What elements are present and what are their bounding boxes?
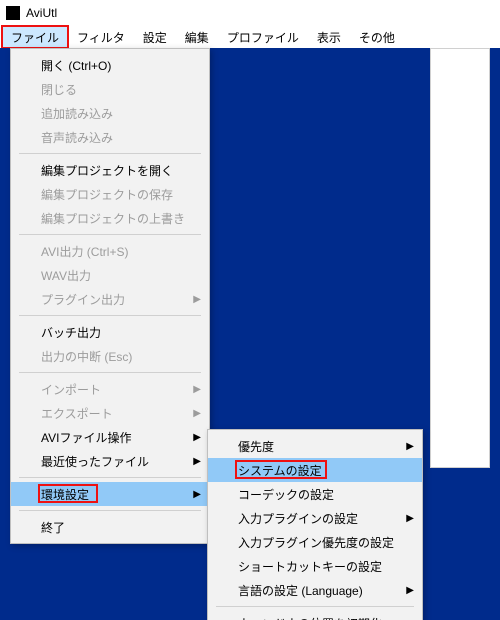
menuitem-export[interactable]: エクスポート▶ <box>11 401 209 425</box>
menu-filter[interactable]: フィルタ <box>68 26 134 48</box>
menu-view[interactable]: 表示 <box>308 26 350 48</box>
submenu-shortcut-settings[interactable]: ショートカットキーの設定 <box>208 554 422 578</box>
env-submenu: 優先度▶ システムの設定 コーデックの設定 入力プラグインの設定▶ 入力プラグイ… <box>207 429 423 620</box>
separator <box>19 315 201 316</box>
chevron-right-icon: ▶ <box>406 585 414 596</box>
chevron-right-icon: ▶ <box>193 384 201 395</box>
chevron-right-icon: ▶ <box>193 489 201 500</box>
menuitem-batch-output[interactable]: バッチ出力 <box>11 320 209 344</box>
app-window: AviUtl ファイル フィルタ 設定 編集 プロファイル 表示 その他 開く … <box>0 0 500 620</box>
separator <box>19 153 201 154</box>
menuitem-exit[interactable]: 終了 <box>11 515 209 539</box>
chevron-right-icon: ▶ <box>193 432 201 443</box>
menuitem-audio-load[interactable]: 音声読み込み <box>11 125 209 149</box>
menuitem-save-project[interactable]: 編集プロジェクトの保存 <box>11 182 209 206</box>
chevron-right-icon: ▶ <box>193 294 201 305</box>
separator <box>19 372 201 373</box>
submenu-priority[interactable]: 優先度▶ <box>208 434 422 458</box>
chevron-right-icon: ▶ <box>193 456 201 467</box>
separator <box>19 477 201 478</box>
titlebar: AviUtl <box>0 0 500 26</box>
menuitem-import[interactable]: インポート▶ <box>11 377 209 401</box>
menu-profile[interactable]: プロファイル <box>218 26 308 48</box>
menuitem-env-settings[interactable]: 環境設定 ▶ <box>11 482 209 506</box>
menuitem-wav-output[interactable]: WAV出力 <box>11 263 209 287</box>
separator <box>19 234 201 235</box>
menuitem-abort-output[interactable]: 出力の中断 (Esc) <box>11 344 209 368</box>
menu-settings[interactable]: 設定 <box>134 26 176 48</box>
menubar: ファイル フィルタ 設定 編集 プロファイル 表示 その他 <box>0 26 500 48</box>
chevron-right-icon: ▶ <box>406 441 414 452</box>
submenu-language-settings[interactable]: 言語の設定 (Language)▶ <box>208 578 422 602</box>
menu-file[interactable]: ファイル <box>2 26 68 48</box>
menuitem-plugin-output[interactable]: プラグイン出力▶ <box>11 287 209 311</box>
separator <box>19 510 201 511</box>
menuitem-open[interactable]: 開く (Ctrl+O) <box>11 53 209 77</box>
menuitem-close[interactable]: 閉じる <box>11 77 209 101</box>
chevron-right-icon: ▶ <box>193 408 201 419</box>
menuitem-overwrite-project[interactable]: 編集プロジェクトの上書き <box>11 206 209 230</box>
menuitem-open-project[interactable]: 編集プロジェクトを開く <box>11 158 209 182</box>
menuitem-avi-file-ops[interactable]: AVIファイル操作▶ <box>11 425 209 449</box>
content-panel <box>430 48 490 468</box>
submenu-system-settings[interactable]: システムの設定 <box>208 458 422 482</box>
app-icon <box>6 6 20 20</box>
submenu-input-plugin-priority[interactable]: 入力プラグイン優先度の設定 <box>208 530 422 554</box>
separator <box>216 606 414 607</box>
chevron-right-icon: ▶ <box>406 513 414 524</box>
menuitem-avi-output[interactable]: AVI出力 (Ctrl+S) <box>11 239 209 263</box>
menuitem-recent-files[interactable]: 最近使ったファイル▶ <box>11 449 209 473</box>
submenu-codec-settings[interactable]: コーデックの設定 <box>208 482 422 506</box>
menu-edit[interactable]: 編集 <box>176 26 218 48</box>
window-title: AviUtl <box>26 6 57 20</box>
submenu-input-plugin-settings[interactable]: 入力プラグインの設定▶ <box>208 506 422 530</box>
menuitem-append-load[interactable]: 追加読み込み <box>11 101 209 125</box>
menu-other[interactable]: その他 <box>350 26 404 48</box>
submenu-reset-window-pos[interactable]: ウィンドウの位置を初期化 <box>208 611 422 620</box>
file-dropdown: 開く (Ctrl+O) 閉じる 追加読み込み 音声読み込み 編集プロジェクトを開… <box>10 48 210 544</box>
